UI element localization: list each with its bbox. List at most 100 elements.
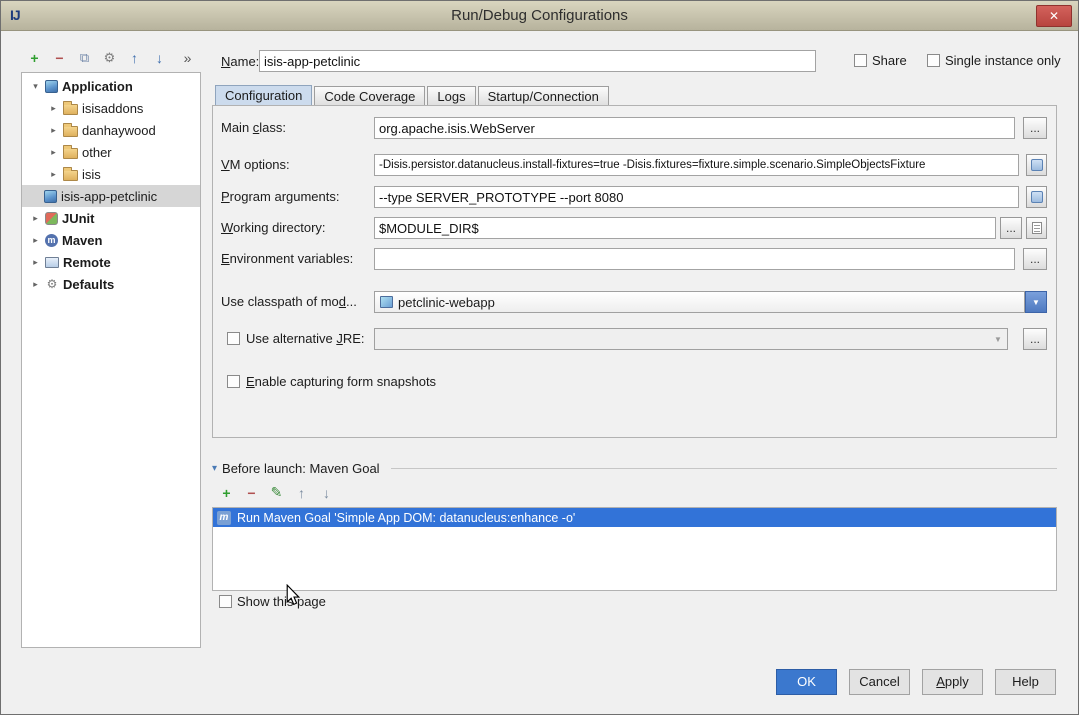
section-divider [391,468,1057,469]
form-snapshots-checkbox[interactable] [227,375,240,388]
expand-arrow-icon[interactable]: ▸ [30,213,41,224]
program-arguments-label: Program arguments: [221,189,340,205]
move-up-icon[interactable]: ↑ [122,50,147,66]
main-class-label: Main class: [221,120,286,136]
show-this-page-label: Show this page [237,594,326,610]
apply-button[interactable]: Apply [922,669,983,695]
tree-item-maven[interactable]: ▸ m Maven [22,229,200,251]
tab-configuration[interactable]: Configuration [215,85,312,107]
working-directory-input[interactable] [374,217,996,239]
configurations-toolbar: + − ⧉ ⚙ ↑ ↓ » [22,46,200,70]
main-class-input[interactable] [374,117,1015,139]
title-bar[interactable]: IJ Run/Debug Configurations ✕ [1,1,1078,31]
expand-arrow-icon[interactable]: ▸ [48,169,59,180]
edit-defaults-icon[interactable]: ⚙ [97,50,122,66]
expand-arrow-icon[interactable]: ▸ [48,125,59,136]
tree-item-label: isis [82,167,101,182]
expand-editor-icon [1031,191,1043,203]
tree-item-junit[interactable]: ▸ JUnit [22,207,200,229]
run-debug-configurations-dialog: IJ Run/Debug Configurations ✕ + − ⧉ ⚙ ↑ … [0,0,1079,715]
environment-variables-label: Environment variables: [221,251,353,267]
collapse-arrow-icon[interactable]: ▾ [30,81,41,92]
copy-configuration-icon[interactable]: ⧉ [72,50,97,66]
mouse-cursor [285,584,301,606]
share-checkbox[interactable] [854,54,867,67]
help-button[interactable]: Help [995,669,1056,695]
tree-item-label: Maven [62,233,102,248]
program-arguments-input[interactable] [374,186,1019,208]
tree-item-isisaddons[interactable]: ▸ isisaddons [22,97,200,119]
alternative-jre-combo[interactable]: ▼ [374,328,1008,350]
expand-arrow-icon[interactable]: ▸ [48,147,59,158]
classpath-dropdown-button[interactable]: ▼ [1025,291,1047,313]
program-arguments-expand-button[interactable] [1026,186,1047,208]
show-this-page-checkbox[interactable] [219,595,232,608]
remove-configuration-icon[interactable]: − [47,50,72,66]
task-move-up-icon[interactable]: ↑ [289,485,314,501]
remove-task-icon[interactable]: − [239,485,264,501]
maven-type-icon: m [45,234,58,247]
before-launch-section-header[interactable]: ▾ Before launch: Maven Goal [212,460,1057,476]
module-icon [380,296,393,308]
application-type-icon [45,80,58,93]
main-class-browse-button[interactable]: ... [1023,117,1047,139]
working-directory-label: Working directory: [221,220,326,236]
name-input[interactable] [259,50,816,72]
alternative-jre-browse-button[interactable]: ... [1023,328,1047,350]
tree-item-application[interactable]: ▾ Application [22,75,200,97]
working-directory-browse-button[interactable]: ... [1000,217,1022,239]
expand-arrow-icon[interactable]: ▸ [30,279,41,290]
task-list-item[interactable]: m Run Maven Goal 'Simple App DOM: datanu… [213,508,1056,527]
classpath-module-label: Use classpath of mod... [221,294,357,310]
ok-button[interactable]: OK [776,669,837,695]
tree-item-label: isisaddons [82,101,143,116]
tree-item-other[interactable]: ▸ other [22,141,200,163]
task-move-down-icon[interactable]: ↓ [314,485,339,501]
expand-arrow-icon[interactable]: ▸ [48,103,59,114]
more-actions-icon[interactable]: » [175,50,200,66]
junit-type-icon [45,212,58,225]
move-down-icon[interactable]: ↓ [147,50,172,66]
expand-arrow-icon[interactable]: ▸ [30,257,41,268]
folder-icon [63,126,78,137]
name-label: Name: [221,54,259,70]
alternative-jre-checkbox[interactable] [227,332,240,345]
add-configuration-icon[interactable]: + [22,50,47,66]
single-instance-label: Single instance only [945,53,1061,69]
tab-logs[interactable]: Logs [427,86,475,107]
tab-code-coverage[interactable]: Code Coverage [314,86,425,107]
folder-icon [63,148,78,159]
expand-arrow-icon[interactable]: ▸ [30,235,41,246]
folder-icon [63,104,78,115]
environment-variables-input[interactable] [374,248,1015,270]
vm-options-input[interactable] [374,154,1019,176]
tree-item-defaults[interactable]: ▸ ⚙ Defaults [22,273,200,295]
dialog-title: Run/Debug Configurations [1,7,1078,24]
edit-task-icon[interactable]: ✎ [264,484,289,501]
vm-options-label: VM options: [221,157,290,173]
collapse-triangle-icon[interactable]: ▾ [212,463,217,474]
dropdown-arrow-icon: ▼ [989,335,1007,344]
share-label: Share [872,53,907,69]
document-icon [1032,222,1042,234]
environment-variables-browse-button[interactable]: ... [1023,248,1047,270]
add-task-icon[interactable]: + [214,485,239,501]
cancel-button[interactable]: Cancel [849,669,910,695]
classpath-module-value: petclinic-webapp [398,295,495,310]
expand-editor-icon [1031,159,1043,171]
maven-goal-icon: m [217,511,231,525]
vm-options-expand-button[interactable] [1026,154,1047,176]
classpath-module-combo[interactable]: petclinic-webapp [374,291,1025,313]
before-launch-task-list: m Run Maven Goal 'Simple App DOM: datanu… [212,507,1057,591]
task-item-label: Run Maven Goal 'Simple App DOM: datanucl… [237,511,575,525]
tree-item-label: isis-app-petclinic [61,189,157,204]
tree-item-remote[interactable]: ▸ Remote [22,251,200,273]
tree-item-danhaywood[interactable]: ▸ danhaywood [22,119,200,141]
single-instance-checkbox[interactable] [927,54,940,67]
working-directory-macro-button[interactable] [1026,217,1047,239]
close-button[interactable]: ✕ [1036,5,1072,27]
tree-item-label: Application [62,79,133,94]
tab-startup-connection[interactable]: Startup/Connection [478,86,609,107]
tree-item-isis-app-petclinic[interactable]: isis-app-petclinic [22,185,200,207]
tree-item-isis[interactable]: ▸ isis [22,163,200,185]
